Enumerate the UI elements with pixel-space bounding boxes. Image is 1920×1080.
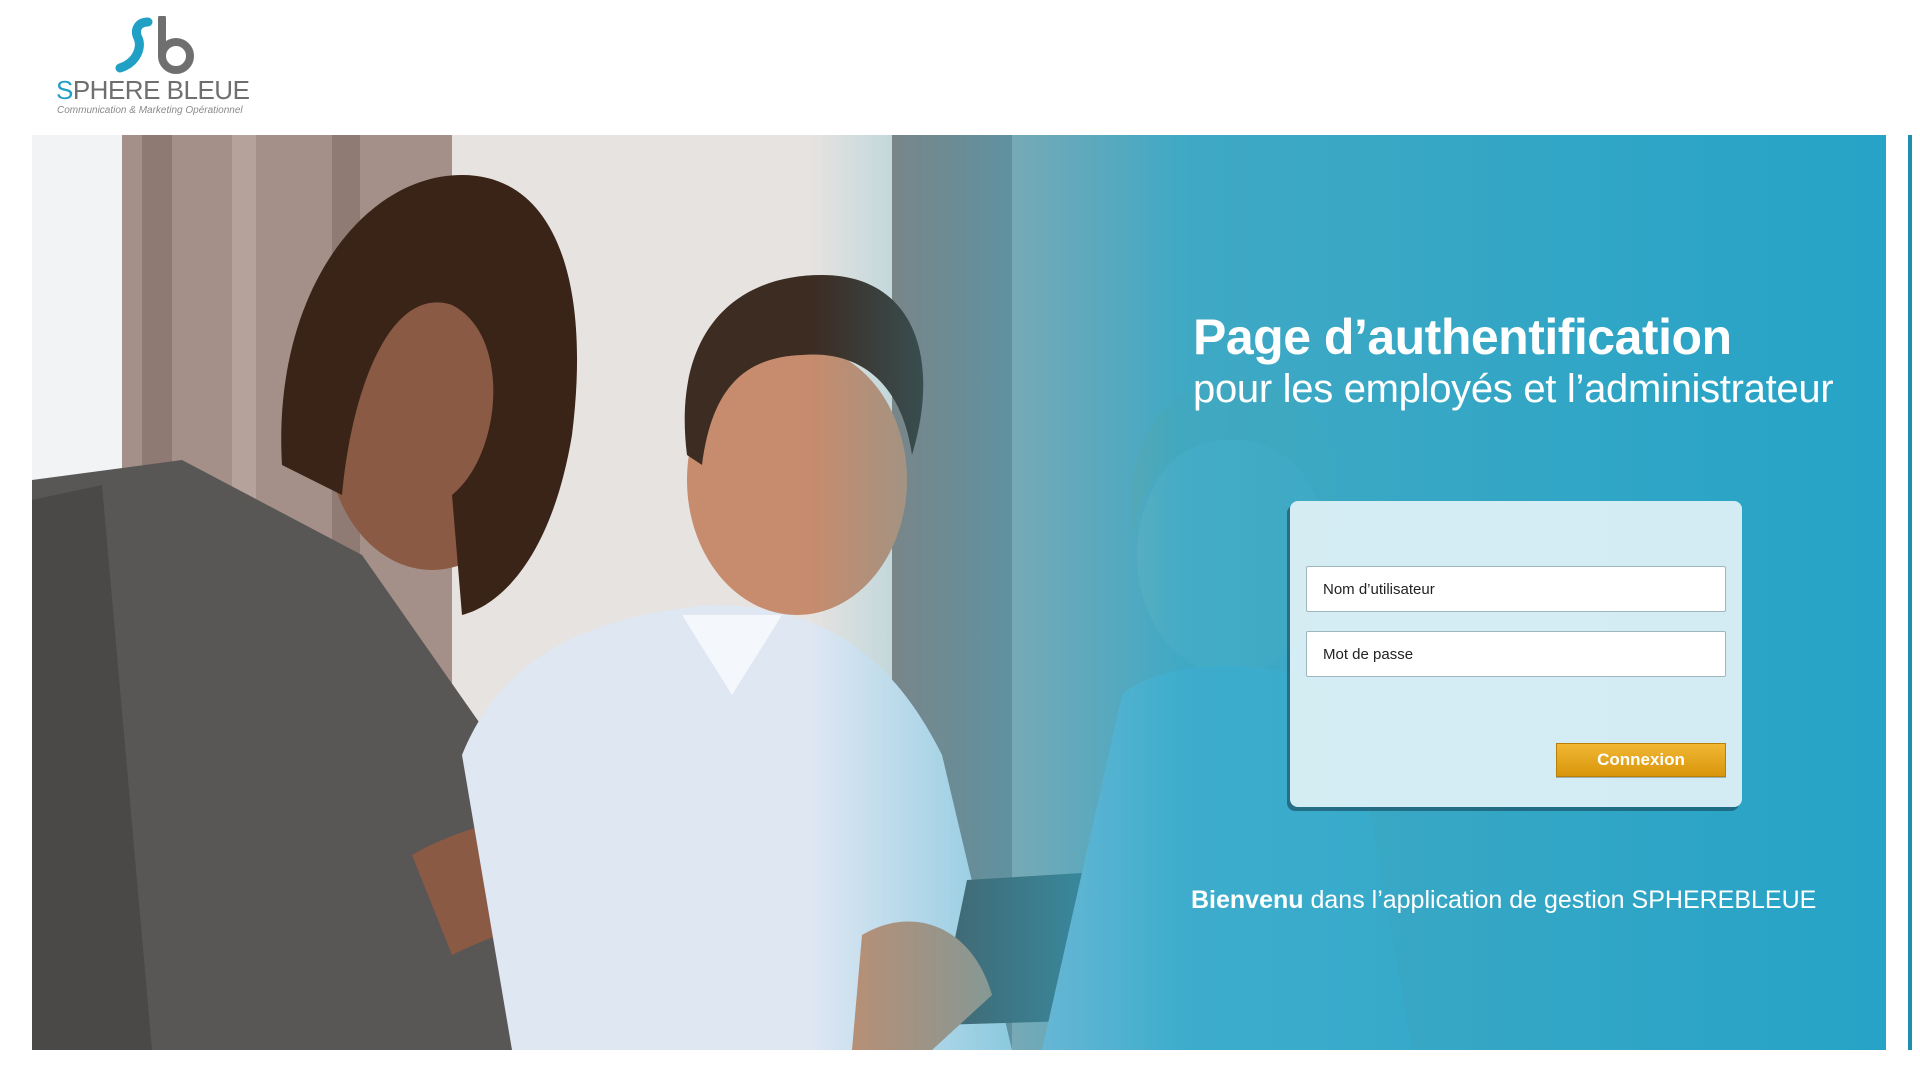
welcome-bold: Bienvenu — [1191, 886, 1304, 914]
username-input[interactable] — [1306, 566, 1726, 612]
password-input[interactable] — [1306, 631, 1726, 677]
connexion-button[interactable]: Connexion — [1556, 743, 1726, 777]
right-edge-strip — [1908, 135, 1912, 1050]
welcome-text: dans l’application de gestion SPHEREBLEU… — [1303, 886, 1817, 914]
page-title: Page d’authentification — [1193, 309, 1732, 365]
welcome-message: Bienvenu dans l’application de gestion S… — [1191, 886, 1816, 915]
sphere-bleue-logo: SPHERE BLEUE Communication & Marketing O… — [56, 16, 256, 121]
brand-name: SPHERE BLEUE — [56, 75, 250, 105]
sb-logo-mark-icon — [115, 16, 194, 74]
login-form: Connexion — [1290, 501, 1742, 807]
brand-tagline: Communication & Marketing Opérationnel — [57, 105, 243, 116]
hero-banner: Page d’authentification pour les employé… — [32, 135, 1886, 1050]
page-subtitle: pour les employés et l’administrateur — [1193, 367, 1834, 411]
